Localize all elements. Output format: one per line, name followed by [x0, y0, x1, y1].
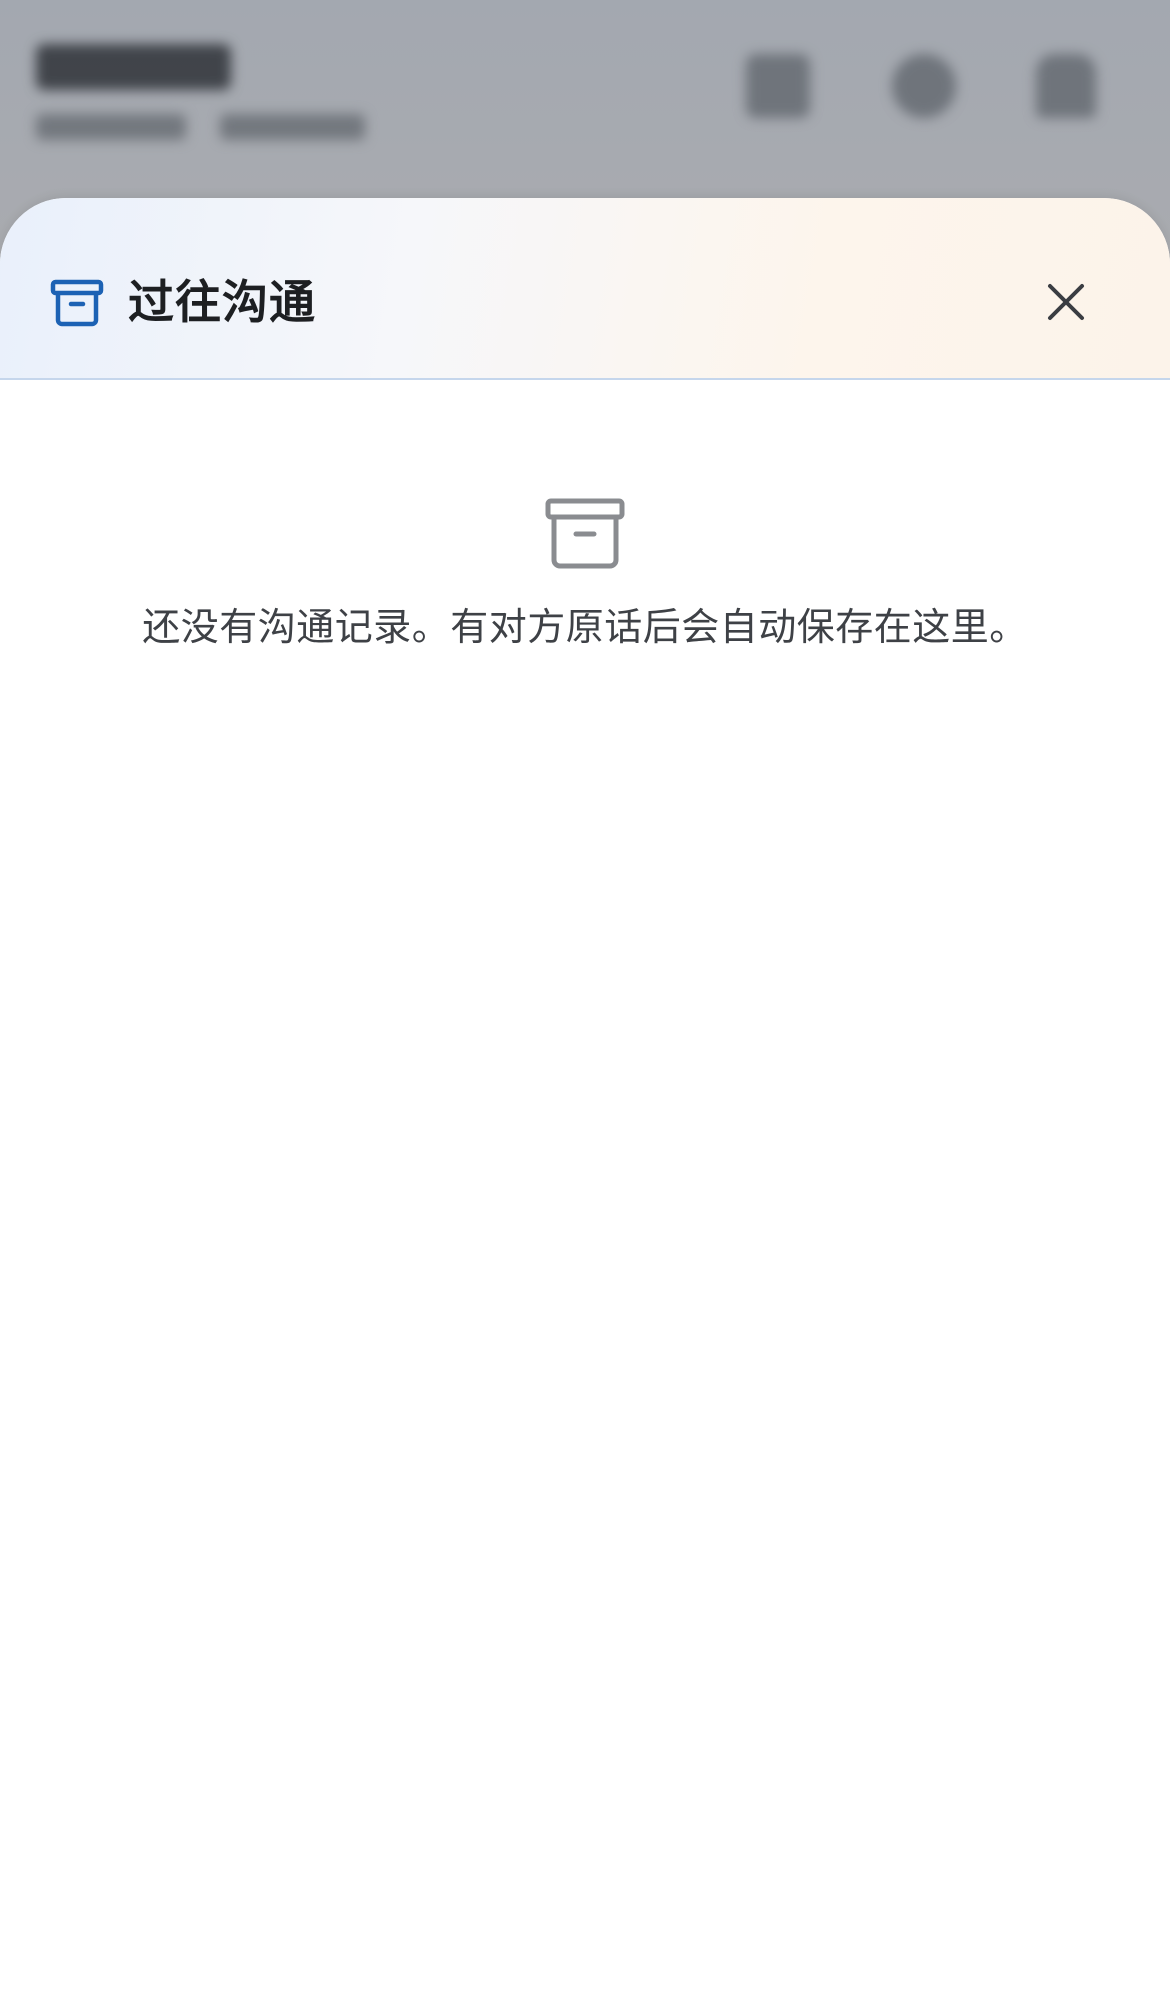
close-button[interactable] — [1036, 272, 1096, 332]
close-icon — [1048, 284, 1084, 320]
background-title-blurred — [36, 44, 231, 90]
background-bell-icon-blurred — [892, 54, 956, 118]
background-subtitle-blurred — [220, 114, 365, 140]
background-archive-icon-blurred — [746, 54, 810, 118]
empty-state-message: 还没有沟通记录。有对方原话后会自动保存在这里。 — [142, 605, 1028, 649]
sheet-title: 过往沟通 — [128, 275, 316, 329]
past-communication-sheet: 过往沟通 还没有沟通记录。有对方原话后会自动保存在这里。 — [0, 198, 1170, 1992]
archive-box-icon — [50, 279, 104, 327]
background-subtitle-blurred — [36, 114, 186, 140]
background-profile-icon-blurred — [1036, 54, 1096, 118]
archive-box-icon — [545, 498, 625, 569]
sheet-header: 过往沟通 — [0, 198, 1170, 380]
